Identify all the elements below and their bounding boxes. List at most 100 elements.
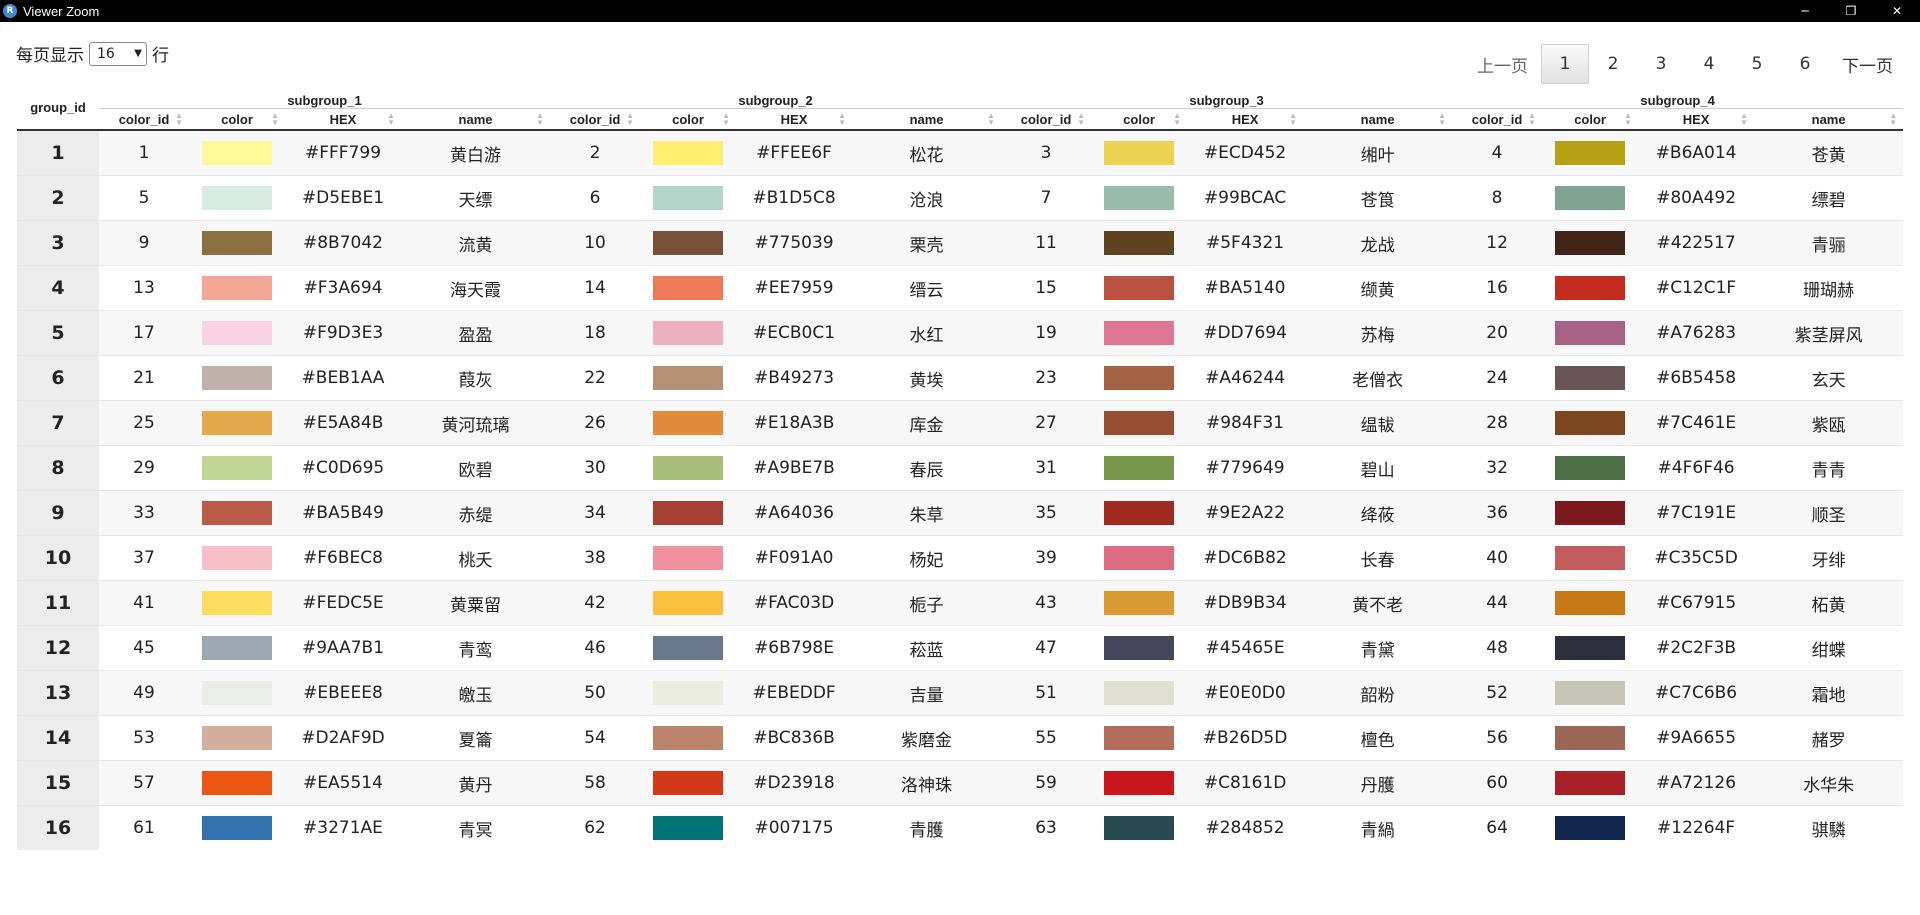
hex-cell: #8B7042 bbox=[285, 220, 401, 266]
color-name-cell: 水华朱 bbox=[1754, 760, 1904, 806]
sort-icon[interactable]: ▲ ▼ bbox=[1624, 112, 1632, 127]
color-id-cell: 27 bbox=[1001, 400, 1092, 446]
hex-cell: #B26D5D bbox=[1187, 715, 1304, 761]
color-swatch-cell bbox=[189, 445, 285, 491]
hex-cell: #EE7959 bbox=[736, 265, 853, 311]
minimize-icon[interactable]: ─ bbox=[1782, 0, 1828, 22]
color-swatch-cell bbox=[189, 310, 285, 356]
sort-icon[interactable]: ▲ ▼ bbox=[987, 112, 995, 127]
page-button-2[interactable]: 2 bbox=[1589, 44, 1637, 84]
column-header-hex[interactable]: HEX ▲ ▼ bbox=[285, 108, 401, 131]
sort-icon[interactable]: ▲ ▼ bbox=[387, 112, 395, 127]
color-name-cell: 缊韨 bbox=[1303, 400, 1453, 446]
color-id-cell: 1 bbox=[99, 129, 189, 176]
subgroup-header-2: subgroup_2 bbox=[550, 86, 1002, 109]
sort-icon[interactable]: ▲ ▼ bbox=[175, 112, 183, 127]
color-id-cell: 48 bbox=[1452, 625, 1543, 671]
color-name-cell: 苍筤 bbox=[1303, 175, 1453, 221]
hex-cell: #7C461E bbox=[1638, 400, 1755, 446]
color-name-cell: 丹臒 bbox=[1303, 760, 1453, 806]
color-swatch-cell bbox=[1091, 760, 1188, 806]
color-swatch-cell bbox=[1542, 580, 1639, 626]
group-id-cell: 14 bbox=[17, 715, 99, 761]
table-row: 5 17 #F9D3E3 盈盈 18 #ECB0C1 水红 19 #DD7694 苏梅 20 #A76… bbox=[17, 310, 1904, 356]
column-header-color[interactable]: color ▲ ▼ bbox=[640, 108, 737, 131]
restore-icon[interactable]: ❐ bbox=[1828, 0, 1874, 22]
column-header-hex[interactable]: HEX ▲ ▼ bbox=[1187, 108, 1304, 131]
color-name-cell: 霜地 bbox=[1754, 670, 1904, 716]
page-button-1[interactable]: 1 bbox=[1541, 44, 1589, 84]
column-header-label: name bbox=[1360, 111, 1395, 127]
group-id-header[interactable]: group_id bbox=[17, 86, 99, 131]
color-name-cell: 黄河琉璃 bbox=[401, 400, 551, 446]
hex-cell: #2C2F3B bbox=[1638, 625, 1755, 671]
sort-icon[interactable]: ▲ ▼ bbox=[838, 112, 846, 127]
sort-icon[interactable]: ▲ ▼ bbox=[271, 112, 279, 127]
color-name-cell: 欧碧 bbox=[401, 445, 551, 491]
color-name-cell: 缬黄 bbox=[1303, 265, 1453, 311]
column-header-color[interactable]: color ▲ ▼ bbox=[1542, 108, 1639, 131]
sort-icon[interactable]: ▲ ▼ bbox=[1889, 112, 1897, 127]
color-id-cell: 6 bbox=[550, 175, 641, 221]
column-header-name[interactable]: name ▲ ▼ bbox=[401, 108, 551, 131]
column-header-hex[interactable]: HEX ▲ ▼ bbox=[736, 108, 853, 131]
column-header-color[interactable]: color ▲ ▼ bbox=[189, 108, 285, 131]
color-swatch bbox=[653, 141, 724, 165]
column-header-color[interactable]: color ▲ ▼ bbox=[1091, 108, 1188, 131]
column-header-color-id[interactable]: color_id ▲ ▼ bbox=[1001, 108, 1092, 131]
sort-icon[interactable]: ▲ ▼ bbox=[722, 112, 730, 127]
sort-icon[interactable]: ▲ ▼ bbox=[1740, 112, 1748, 127]
hex-cell: #D23918 bbox=[736, 760, 853, 806]
sort-icon[interactable]: ▲ ▼ bbox=[536, 112, 544, 127]
color-name-cell: 沧浪 bbox=[852, 175, 1002, 221]
page-button-5[interactable]: 5 bbox=[1733, 44, 1781, 84]
hex-cell: #A64036 bbox=[736, 490, 853, 536]
color-id-cell: 53 bbox=[99, 715, 189, 761]
color-id-cell: 41 bbox=[99, 580, 189, 626]
color-swatch-cell bbox=[189, 355, 285, 401]
hex-cell: #F091A0 bbox=[736, 535, 853, 581]
color-swatch bbox=[1555, 501, 1626, 525]
color-swatch-cell bbox=[189, 175, 285, 221]
color-swatch bbox=[1555, 321, 1626, 345]
color-swatch bbox=[653, 771, 724, 795]
column-header-name[interactable]: name ▲ ▼ bbox=[1303, 108, 1453, 131]
column-header-name[interactable]: name ▲ ▼ bbox=[852, 108, 1002, 131]
sort-icon[interactable]: ▲ ▼ bbox=[1173, 112, 1181, 127]
color-name-cell: 骐驎 bbox=[1754, 805, 1904, 850]
color-swatch bbox=[202, 501, 272, 525]
color-name-cell: 缃叶 bbox=[1303, 129, 1453, 176]
page-size-select[interactable]: 16 ▼ bbox=[89, 41, 147, 66]
page-button-4[interactable]: 4 bbox=[1685, 44, 1733, 84]
sort-icon[interactable]: ▲ ▼ bbox=[626, 112, 634, 127]
column-header-color-id[interactable]: color_id ▲ ▼ bbox=[99, 108, 189, 131]
window-titlebar: R Viewer Zoom ─ ❐ ✕ bbox=[0, 0, 1920, 22]
color-swatch bbox=[653, 546, 724, 570]
color-id-cell: 44 bbox=[1452, 580, 1543, 626]
hex-cell: #ECD452 bbox=[1187, 129, 1304, 176]
sort-icon[interactable]: ▲ ▼ bbox=[1528, 112, 1536, 127]
color-swatch-cell bbox=[1091, 355, 1188, 401]
sort-icon[interactable]: ▲ ▼ bbox=[1077, 112, 1085, 127]
close-icon[interactable]: ✕ bbox=[1874, 0, 1920, 22]
color-id-cell: 25 bbox=[99, 400, 189, 446]
color-swatch bbox=[1555, 276, 1626, 300]
column-header-color-id[interactable]: color_id ▲ ▼ bbox=[1452, 108, 1543, 131]
group-id-cell: 3 bbox=[17, 220, 99, 266]
page-button-3[interactable]: 3 bbox=[1637, 44, 1685, 84]
color-name-cell: 皦玉 bbox=[401, 670, 551, 716]
next-page-button[interactable]: 下一页 bbox=[1829, 44, 1906, 84]
column-header-color-id[interactable]: color_id ▲ ▼ bbox=[550, 108, 641, 131]
column-header-hex[interactable]: HEX ▲ ▼ bbox=[1638, 108, 1755, 131]
sort-icon[interactable]: ▲ ▼ bbox=[1438, 112, 1446, 127]
r-app-icon: R bbox=[3, 4, 17, 18]
color-swatch bbox=[653, 681, 724, 705]
color-swatch-cell bbox=[1542, 175, 1639, 221]
column-header-name[interactable]: name ▲ ▼ bbox=[1754, 108, 1904, 131]
hex-cell: #E18A3B bbox=[736, 400, 853, 446]
hex-cell: #C8161D bbox=[1187, 760, 1304, 806]
color-name-cell: 盈盈 bbox=[401, 310, 551, 356]
sort-icon[interactable]: ▲ ▼ bbox=[1289, 112, 1297, 127]
prev-page-button[interactable]: 上一页 bbox=[1464, 44, 1541, 84]
page-button-6[interactable]: 6 bbox=[1781, 44, 1829, 84]
